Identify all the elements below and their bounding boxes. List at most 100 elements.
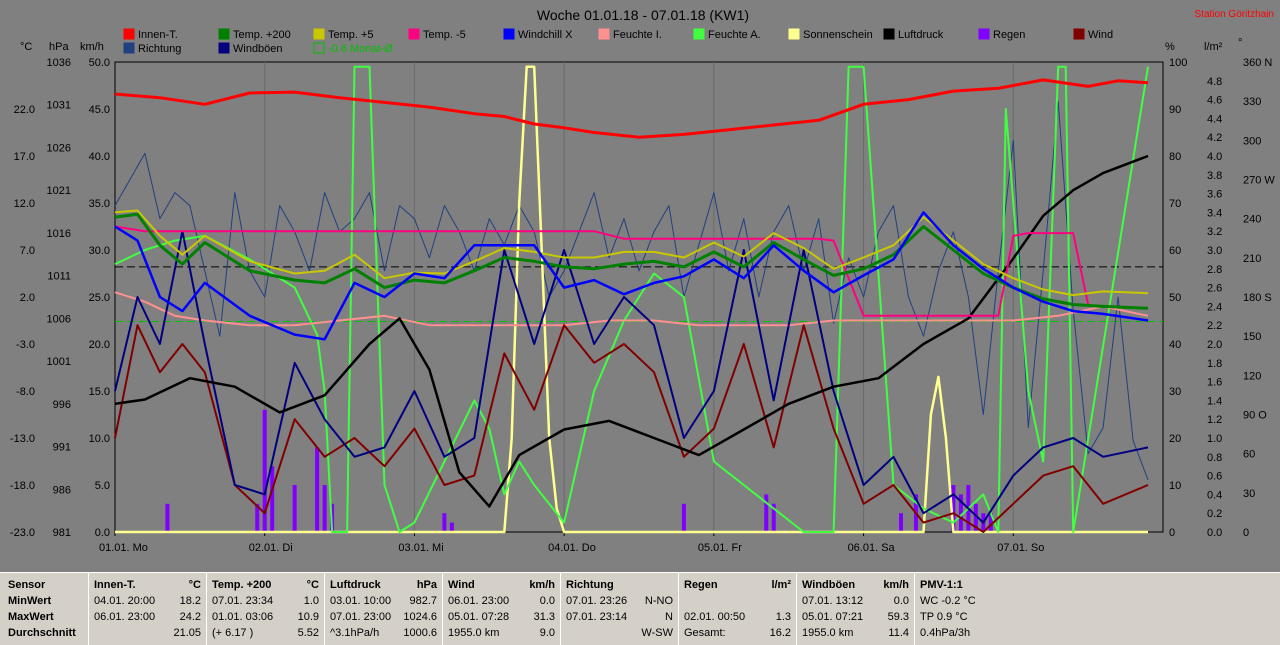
- tick-label: 2.8: [1207, 264, 1222, 276]
- stats-cell-value: 1.0: [303, 595, 319, 607]
- stats-column-header: Innen-T.: [94, 579, 136, 591]
- stats-cell-value: 0.0: [893, 595, 909, 607]
- tick-label: 22.0: [14, 104, 35, 116]
- legend-item: Innen-T.: [123, 28, 178, 41]
- legend-swatch: [1073, 28, 1085, 40]
- tick-label: 0: [1169, 527, 1175, 539]
- stats-cell-value: W-SW: [641, 627, 673, 639]
- day-label: 04.01. Do: [548, 542, 596, 554]
- legend-swatch: [503, 28, 515, 40]
- stats-cell-value: 9.0: [539, 627, 555, 639]
- tick-label: 1011: [47, 271, 71, 283]
- stats-cell-label: 05.01. 07:28: [448, 611, 510, 623]
- stats-sensor-column: Sensor MinWert MaxWert Durchschnitt: [0, 573, 88, 645]
- stats-cell-value: N: [665, 611, 673, 623]
- tick-label: 996: [53, 399, 71, 411]
- stats-column: Wind km/h 06.01. 23:00 0.0 05.01. 07:28 31.3 1…: [442, 573, 561, 645]
- tick-label: 1.0: [1207, 433, 1222, 445]
- tick-label: 1031: [47, 100, 71, 112]
- legend-swatch: [123, 42, 135, 54]
- stats-header: Sensor: [8, 579, 46, 591]
- stats-cell-label: 07.01. 23:26: [566, 595, 628, 607]
- legend-label: Richtung: [138, 43, 181, 55]
- tick-label: 240: [1243, 214, 1261, 226]
- tick-label: 0.6: [1207, 471, 1222, 483]
- stats-cell-label: 1955.0 km: [448, 627, 500, 639]
- tick-label: 4.2: [1207, 132, 1222, 144]
- legend-swatch: [978, 28, 990, 40]
- stats-cell-label: 1955.0 km: [802, 627, 854, 639]
- stats-cell-label: 01.01. 03:06: [212, 611, 274, 623]
- legend-item: Windböen: [218, 42, 283, 55]
- stats-row-label: Durchschnitt: [8, 627, 76, 639]
- legend-label: Temp. -5: [423, 29, 466, 41]
- tick-label: 70: [1169, 198, 1181, 210]
- stats-cell-label: 07.01. 13:12: [802, 595, 864, 607]
- unit-label: km/h: [80, 41, 104, 53]
- tick-label: 50.0: [89, 57, 110, 69]
- stats-row-label: MaxWert: [8, 611, 54, 623]
- rain-bar: [764, 494, 769, 532]
- stats-column: Innen-T. °C 04.01. 20:00 18.2 06.01. 23:00 24…: [88, 573, 207, 645]
- tick-label: 100: [1169, 57, 1187, 69]
- legend-label: Luftdruck: [898, 29, 944, 41]
- legend-label: Innen-T.: [138, 29, 178, 41]
- tick-label: 2.6: [1207, 283, 1222, 295]
- legend-label: -0.6 Monat-Ø: [328, 43, 393, 55]
- rain-bar: [442, 513, 447, 532]
- legend-item: Temp. +5: [313, 28, 374, 41]
- tick-label: 1.8: [1207, 358, 1222, 370]
- legend-item: Wind: [1073, 28, 1113, 41]
- tick-label: 10.0: [89, 433, 110, 445]
- tick-label: 180 S: [1243, 292, 1272, 304]
- stats-column: Windböen km/h 07.01. 13:12 0.0 05.01. 07:21 5…: [796, 573, 915, 645]
- stats-cell-value: 31.3: [533, 611, 555, 623]
- tick-label: 2.4: [1207, 301, 1222, 313]
- rain-bar: [292, 485, 297, 532]
- day-label: 05.01. Fr: [698, 542, 742, 554]
- tick-label: 986: [53, 484, 71, 496]
- tick-label: 360 N: [1243, 57, 1272, 69]
- stats-column-header: Windböen: [802, 579, 856, 591]
- legend-label: Temp. +5: [328, 29, 374, 41]
- tick-label: 1001: [47, 356, 71, 368]
- stats-cell-value: 10.9: [297, 611, 319, 623]
- stats-column: Regen l/m² 02.01. 00:50 1.3 Gesamt: 16.2: [678, 573, 797, 645]
- tick-label: 0.2: [1207, 508, 1222, 520]
- rain-bar: [315, 447, 320, 532]
- day-label: 01.01. Mo: [99, 542, 148, 554]
- legend-item: Windchill X: [503, 28, 573, 41]
- rain-bar: [681, 503, 686, 532]
- tick-label: -18.0: [10, 480, 35, 492]
- day-label: 06.01. Sa: [848, 542, 896, 554]
- stats-column-header: Richtung: [566, 579, 614, 591]
- stats-column-unit: °C: [188, 579, 201, 591]
- legend-swatch: [693, 28, 705, 40]
- legend-swatch: [218, 28, 230, 40]
- stats-cell-value: 1000.6: [403, 627, 437, 639]
- tick-label: 3.8: [1207, 170, 1222, 182]
- legend-label: Windchill X: [518, 29, 573, 41]
- tick-label: 25.0: [89, 292, 110, 304]
- tick-label: 300: [1243, 135, 1261, 147]
- tick-label: -3.0: [16, 339, 35, 351]
- rain-bar: [449, 522, 454, 532]
- stats-cell-value: 0.0: [539, 595, 555, 607]
- legend-swatch: [123, 28, 135, 40]
- stats-cell-value: 1.3: [775, 611, 791, 623]
- stats-cell-label: 0.4hPa/3h: [920, 627, 971, 639]
- tick-label: 2.2: [1207, 320, 1222, 332]
- tick-label: 3.2: [1207, 226, 1222, 238]
- tick-label: 270 W: [1243, 175, 1275, 187]
- tick-label: 30.0: [89, 245, 110, 257]
- stats-cell-label: WC -0.2 °C: [920, 595, 976, 607]
- stats-column: Luftdruck hPa 03.01. 10:00 982.7 07.01. 23:0…: [324, 573, 443, 645]
- legend-swatch: [218, 42, 230, 54]
- tick-label: 991: [53, 442, 71, 454]
- stats-cell-value: 21.05: [173, 627, 201, 639]
- legend-swatch: [883, 28, 895, 40]
- statistics-table: Sensor MinWert MaxWert Durchschnitt Innen-T.…: [0, 572, 1280, 645]
- legend-swatch: [408, 28, 420, 40]
- stats-cell-label: 07.01. 23:34: [212, 595, 274, 607]
- unit-label: hPa: [49, 41, 69, 53]
